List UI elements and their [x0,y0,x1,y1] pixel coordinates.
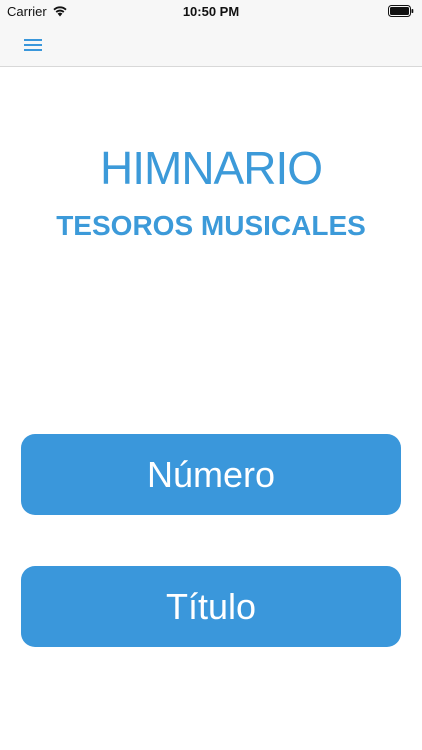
status-bar: Carrier 10:50 PM [0,0,422,24]
hamburger-menu-icon[interactable] [20,33,46,55]
navigation-bar [0,24,422,67]
app-title: HIMNARIO [100,142,323,194]
search-by-title-button[interactable]: Título [21,566,401,647]
battery-icon [388,5,414,17]
status-time: 10:50 PM [182,4,240,19]
search-by-number-button[interactable]: Número [21,434,401,515]
app-subtitle: TESOROS MUSICALES [56,210,366,241]
